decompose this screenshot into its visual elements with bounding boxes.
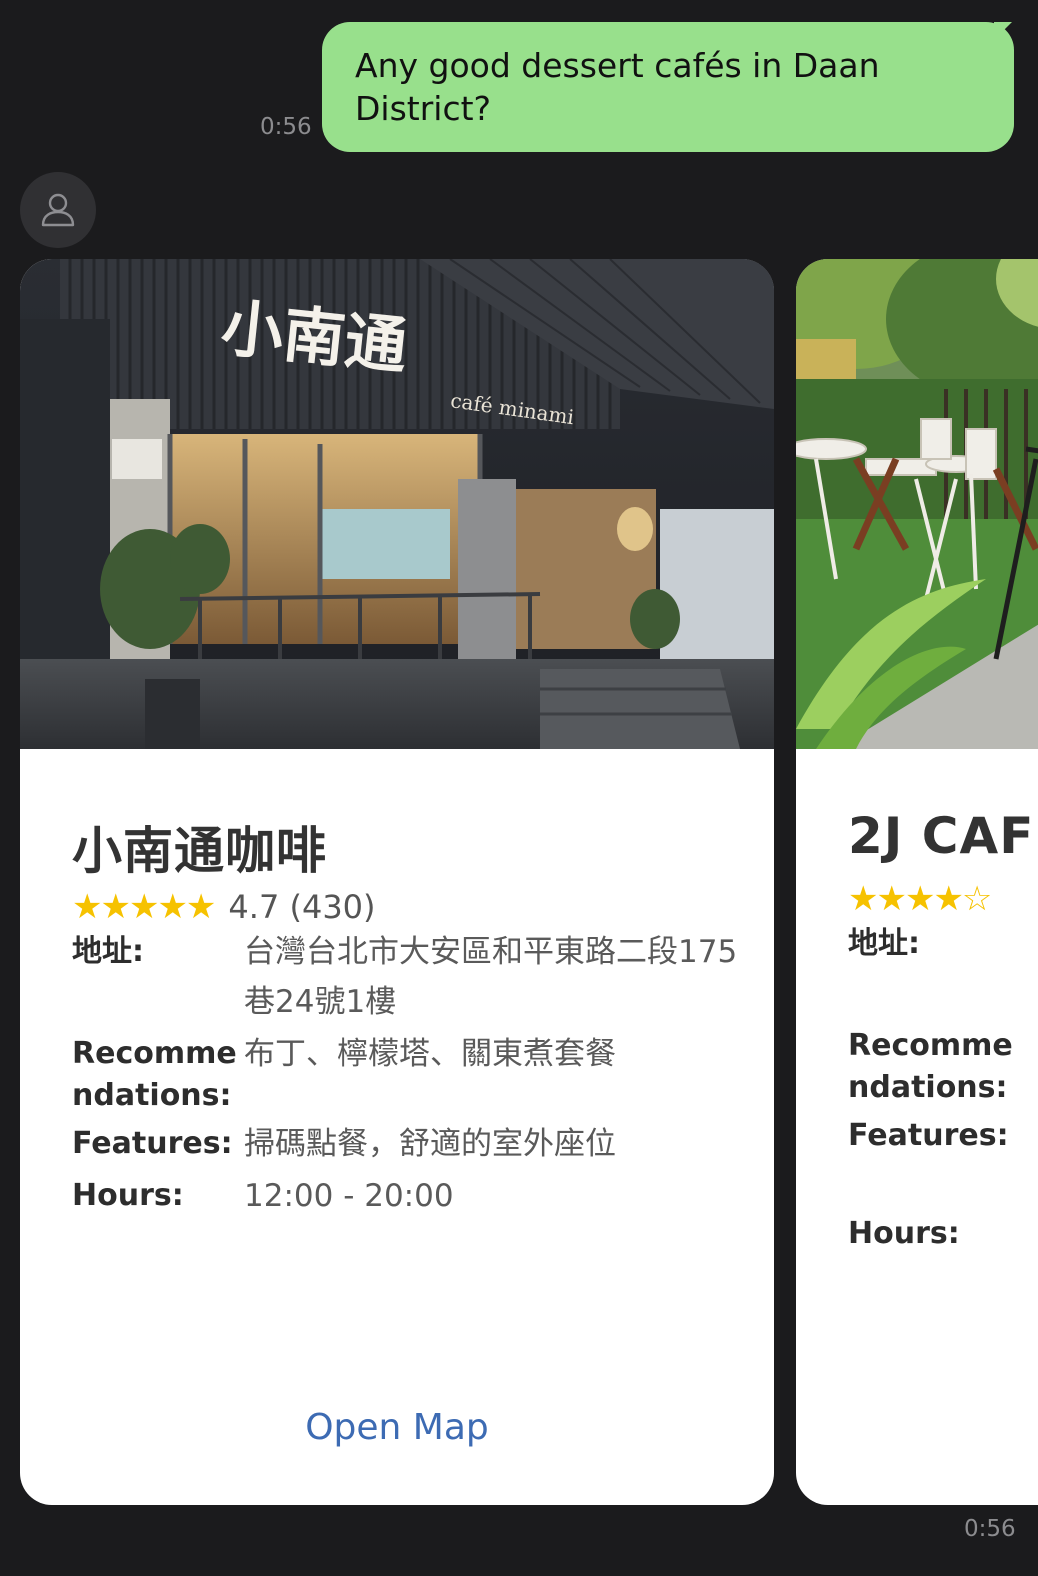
recommendations-value: 布丁、檸檬塔、關東煮套餐	[244, 1036, 616, 1072]
bubble-tail	[994, 22, 1012, 40]
hours-row: Hours: 12:00 - 20:00	[72, 1175, 742, 1221]
features-value: 掃碼點餐，舒適的室外座位	[244, 1126, 616, 1162]
address-label: 地址:	[72, 934, 144, 969]
features-row: Features: 掃碼點餐，舒適的室外座位	[72, 1123, 742, 1169]
rating-row: ★★★★☆	[848, 879, 1004, 919]
cafe-card[interactable]: 小南通 café minami 小南通咖啡 ★★★★★ 4.7 (430) 地址…	[20, 259, 774, 1505]
rating-row: ★★★★★ 4.7 (430)	[72, 887, 376, 927]
features-label: Features:	[848, 1118, 1009, 1153]
star-rating-icon: ★★★★☆	[848, 879, 992, 919]
hours-label: Hours:	[72, 1178, 184, 1213]
address-row: 地址: 台灣台北市大安區和平東路二段175巷24號1樓	[72, 931, 742, 1027]
rating-value: 4.7	[228, 888, 280, 926]
address-value: 台灣台北市大安區和平東路二段175巷24號1樓	[244, 934, 738, 1020]
recommendations-label: Recommendations:	[72, 1036, 237, 1113]
avatar[interactable]	[20, 172, 96, 248]
cafe-details: 地址: 台灣台北市大安區和平東路二段175巷24號1樓 Recommendati…	[72, 931, 742, 1227]
recommendations-row: Recommendations:	[848, 1025, 1038, 1109]
chat-screen: 0:56 Any good dessert cafés in Daan Dist…	[0, 0, 1038, 1576]
features-label: Features:	[72, 1126, 233, 1161]
review-count: (430)	[289, 888, 376, 926]
features-row: Features:	[848, 1115, 1038, 1207]
cafe-photo[interactable]: 小南通 café minami	[20, 259, 774, 749]
message-timestamp: 0:56	[260, 114, 312, 140]
hours-value: 12:00 - 20:00	[244, 1178, 454, 1214]
address-row: 地址:	[848, 923, 1038, 1019]
cafe-name: 2J CAFE	[848, 807, 1038, 865]
user-message-bubble[interactable]: Any good dessert cafés in Daan District?	[322, 22, 1014, 152]
cafe-card[interactable]: 2J CAFE ★★★★☆ 地址: Recommendations: Featu…	[796, 259, 1038, 1505]
recommendations-row: Recommendations: 布丁、檸檬塔、關東煮套餐	[72, 1033, 742, 1117]
address-label: 地址:	[848, 926, 920, 961]
open-map-link[interactable]: Open Map	[20, 1407, 774, 1448]
star-rating-icon: ★★★★★	[72, 887, 216, 927]
cafe-details: 地址: Recommendations: Features: Hours:	[848, 923, 1038, 1261]
hours-row: Hours:	[848, 1213, 1038, 1255]
person-icon	[41, 193, 75, 227]
cafe-name: 小南通咖啡	[72, 822, 327, 880]
user-message-text: Any good dessert cafés in Daan District?	[355, 46, 880, 128]
reply-timestamp: 0:56	[964, 1516, 1016, 1542]
recommendations-label: Recommendations:	[848, 1028, 1013, 1105]
cafe-photo[interactable]	[796, 259, 1038, 749]
hours-label: Hours:	[848, 1216, 960, 1251]
